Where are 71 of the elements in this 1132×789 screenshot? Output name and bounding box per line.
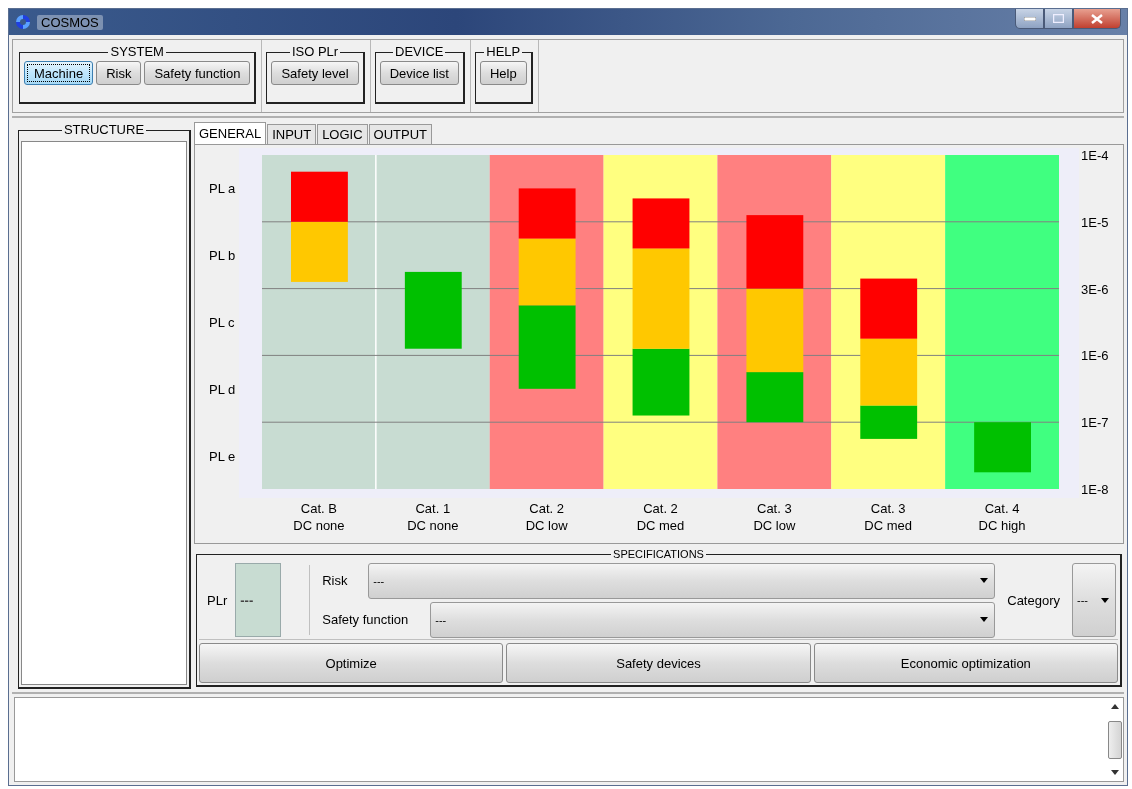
- bar-segment: [518, 188, 576, 239]
- scroll-down-icon: [1111, 770, 1119, 775]
- scale-label: 1E-4: [1081, 148, 1109, 163]
- bar-segment: [518, 238, 576, 306]
- group-title: DEVICE: [393, 44, 446, 59]
- level-label: PL d: [209, 381, 236, 397]
- toolbar-button[interactable]: Safety function: [144, 61, 251, 85]
- action-button[interactable]: Optimize: [199, 643, 504, 683]
- panel-title: SPECIFICATIONS: [611, 548, 706, 560]
- group-title: HELP: [484, 44, 523, 59]
- field-label: Category: [1007, 592, 1060, 608]
- toolbar-button[interactable]: Risk: [96, 61, 142, 85]
- plr-value: ---: [235, 563, 282, 637]
- level-label: PL e: [209, 448, 236, 464]
- level-label: PL a: [209, 181, 236, 197]
- close-icon: [1091, 13, 1103, 24]
- maximize-icon: [1053, 14, 1064, 23]
- safety-function-dropdown[interactable]: ---: [430, 601, 996, 638]
- window-title: COSMOS: [37, 14, 103, 30]
- action-button[interactable]: Safety devices: [506, 643, 811, 683]
- tab[interactable]: LOGIC: [317, 124, 368, 144]
- group-title: SYSTEM: [108, 44, 166, 59]
- category-label: Cat. 3: [870, 501, 906, 516]
- category-label: DC low: [753, 518, 796, 533]
- panel-title: STRUCTURE: [61, 122, 147, 137]
- scale-label: 1E-6: [1081, 348, 1109, 364]
- risk-dropdown[interactable]: ---: [368, 562, 996, 599]
- category-label: DC high: [978, 518, 1026, 533]
- bar-segment: [974, 422, 1031, 473]
- category-label: Cat. 2: [529, 501, 564, 516]
- category-label: Cat. 1: [415, 501, 451, 516]
- toolbar-button[interactable]: Help: [479, 61, 527, 85]
- action-button[interactable]: Economic optimization: [813, 643, 1118, 683]
- tab[interactable]: OUTPUT: [368, 124, 433, 144]
- scroll-up-icon: [1111, 704, 1119, 709]
- category-label: DC med: [636, 518, 685, 533]
- bar-segment: [291, 171, 348, 222]
- toolbar-button[interactable]: Safety level: [271, 61, 359, 85]
- category-label: DC low: [525, 518, 568, 533]
- category-label: DC none: [407, 518, 459, 533]
- field-label: PLr: [206, 592, 229, 608]
- category-label: Cat. 4: [984, 501, 1020, 516]
- group-title: ISO PLr: [289, 44, 341, 59]
- field-label: Risk: [322, 573, 349, 588]
- category-dropdown[interactable]: ---: [1072, 563, 1116, 637]
- minimize-icon: [1023, 16, 1036, 21]
- level-label: PL b: [209, 248, 236, 264]
- category-label: Cat. 2: [643, 501, 678, 516]
- category-label: DC med: [864, 518, 913, 533]
- level-label: PL c: [209, 315, 235, 330]
- category-label: Cat. B: [300, 501, 337, 516]
- scale-label: 1E-8: [1081, 482, 1109, 497]
- maximize-button[interactable]: [1044, 9, 1073, 29]
- tab[interactable]: GENERAL: [194, 122, 267, 144]
- category-label: DC none: [293, 518, 345, 533]
- toolbar-button[interactable]: Machine: [24, 61, 94, 85]
- bar-segment: [291, 221, 348, 282]
- toolbar-button[interactable]: Device list: [379, 61, 459, 85]
- scale-label: 1E-7: [1081, 415, 1109, 431]
- dropdown-arrow-icon: [980, 578, 989, 583]
- category-label: Cat. 3: [757, 501, 792, 516]
- dropdown-arrow-icon: [1101, 597, 1109, 603]
- bar-segment: [860, 278, 918, 339]
- tab[interactable]: INPUT: [267, 124, 317, 144]
- close-button[interactable]: [1073, 9, 1121, 29]
- app-icon: [15, 14, 31, 30]
- scale-label: 3E-6: [1081, 281, 1109, 297]
- dropdown-arrow-icon: [980, 617, 989, 622]
- scale-label: 1E-5: [1081, 214, 1109, 230]
- minimize-button[interactable]: [1015, 9, 1044, 29]
- field-label: Safety function: [322, 612, 410, 627]
